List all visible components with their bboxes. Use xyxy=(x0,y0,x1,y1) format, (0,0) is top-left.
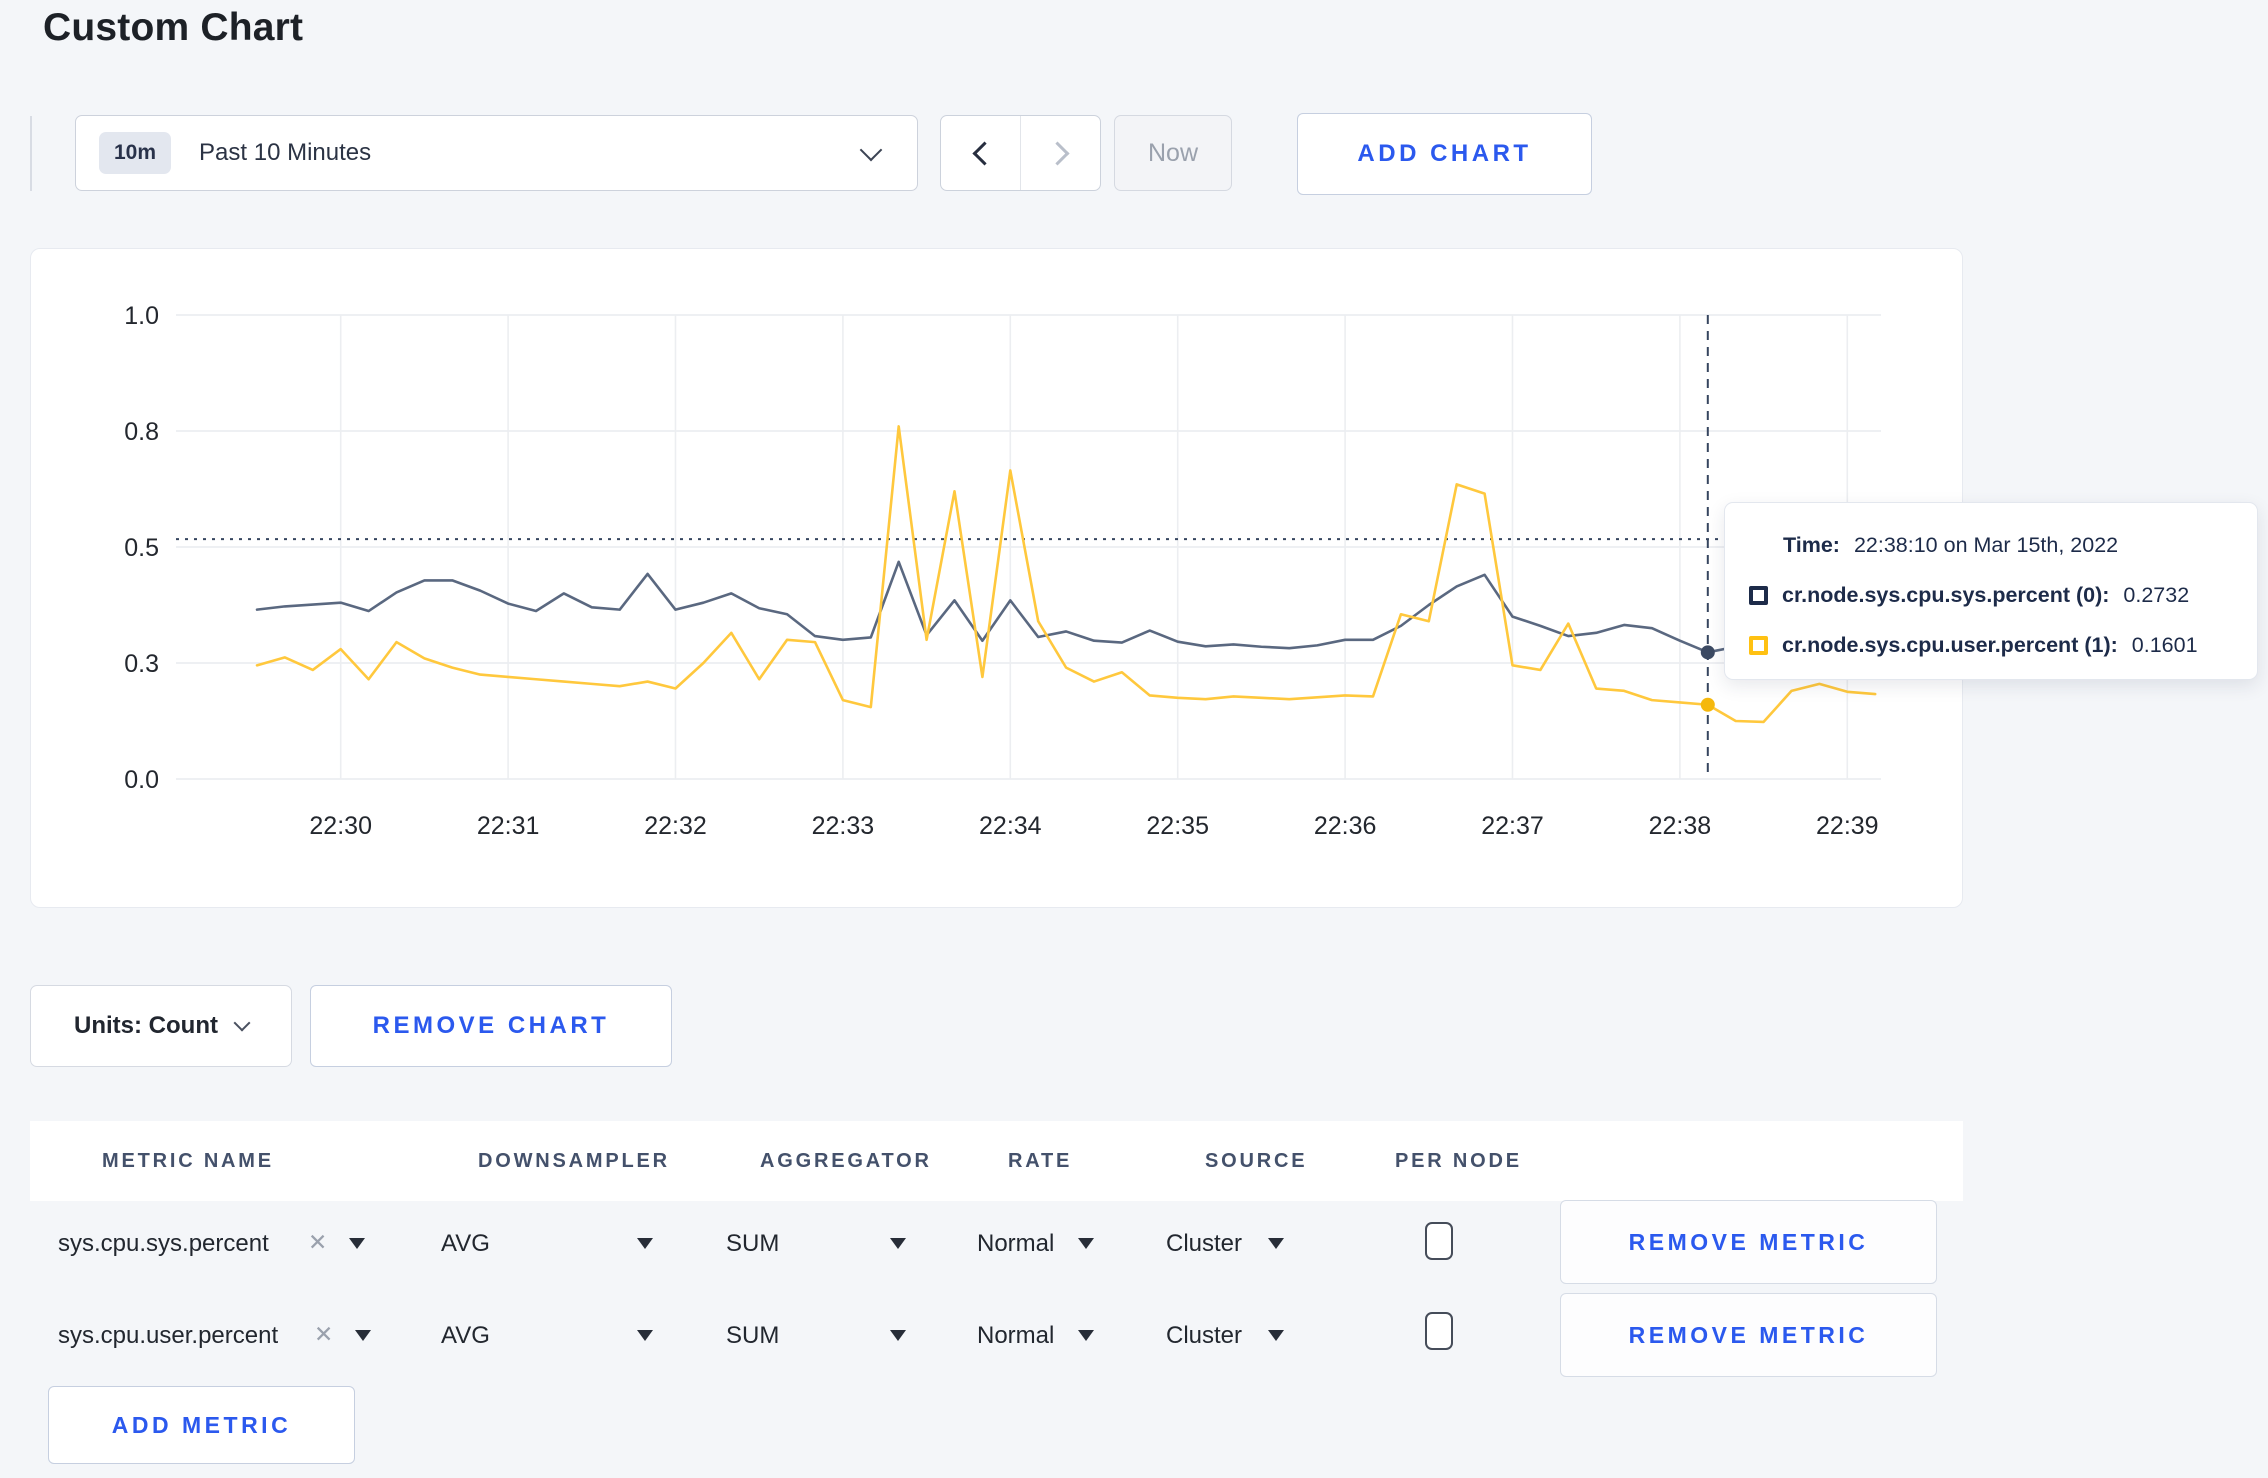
page-title: Custom Chart xyxy=(43,6,304,49)
clear-metric-icon[interactable]: ✕ xyxy=(308,1229,327,1256)
column-header-downsampler: DOWNSAMPLER xyxy=(478,1149,670,1172)
time-back-button[interactable] xyxy=(941,116,1020,190)
chart-tooltip: Time: 22:38:10 on Mar 15th, 2022 cr.node… xyxy=(1724,502,2258,680)
series-swatch-user-icon xyxy=(1749,635,1768,655)
rate-select[interactable]: Normal xyxy=(977,1230,1054,1258)
column-header-rate: RATE xyxy=(1008,1149,1073,1172)
metric-caret-icon[interactable] xyxy=(355,1330,371,1341)
svg-text:0.5: 0.5 xyxy=(124,534,159,562)
time-range-label: Past 10 Minutes xyxy=(199,139,372,166)
rate-caret-icon[interactable] xyxy=(1078,1330,1094,1341)
column-header-source: SOURCE xyxy=(1205,1149,1308,1172)
per-node-checkbox[interactable] xyxy=(1425,1222,1453,1260)
tooltip-series-value: 0.2732 xyxy=(2123,582,2190,607)
aggregator-select[interactable]: SUM xyxy=(726,1322,779,1350)
units-dropdown[interactable]: Units: Count xyxy=(30,985,292,1067)
downsampler-caret-icon[interactable] xyxy=(637,1238,653,1249)
chevron-left-icon xyxy=(971,140,997,166)
tooltip-time-value: 22:38:10 on Mar 15th, 2022 xyxy=(1853,532,2119,557)
downsampler-caret-icon[interactable] xyxy=(637,1330,653,1341)
downsampler-select[interactable]: AVG xyxy=(441,1230,490,1258)
svg-text:22:39: 22:39 xyxy=(1816,812,1879,840)
chevron-right-icon xyxy=(1044,140,1070,166)
aggregator-select[interactable]: SUM xyxy=(726,1230,779,1258)
rate-select[interactable]: Normal xyxy=(977,1322,1054,1350)
remove-chart-button[interactable]: REMOVE CHART xyxy=(310,985,672,1067)
svg-text:22:34: 22:34 xyxy=(979,812,1042,840)
svg-text:22:38: 22:38 xyxy=(1649,812,1712,840)
column-header-metric-name: METRIC NAME xyxy=(102,1149,274,1172)
chevron-down-icon xyxy=(859,138,883,162)
add-metric-button[interactable]: ADD METRIC xyxy=(48,1386,355,1464)
source-select[interactable]: Cluster xyxy=(1166,1230,1242,1258)
tooltip-series-row: cr.node.sys.cpu.sys.percent (0): 0.2732 xyxy=(1725,570,2257,620)
svg-text:22:31: 22:31 xyxy=(477,812,540,840)
time-nav-group xyxy=(940,115,1101,191)
per-node-checkbox[interactable] xyxy=(1425,1312,1453,1350)
aggregator-caret-icon[interactable] xyxy=(890,1330,906,1341)
metric-caret-icon[interactable] xyxy=(349,1238,365,1249)
units-label: Units: Count xyxy=(74,1012,218,1039)
metric-name-select[interactable]: sys.cpu.sys.percent xyxy=(58,1230,269,1258)
time-range-badge: 10m xyxy=(99,132,172,174)
source-caret-icon[interactable] xyxy=(1268,1238,1284,1249)
metric-name-select[interactable]: sys.cpu.user.percent xyxy=(58,1322,278,1350)
svg-text:0.3: 0.3 xyxy=(124,650,159,678)
svg-text:0.8: 0.8 xyxy=(124,418,159,446)
custom-chart-page: { "title": "Custom Chart", "toolbar": { … xyxy=(0,0,2268,1478)
chart-svg[interactable]: 0.0 0.3 0.5 0.8 1.0 22:30 22:31 22:32 22:33 22:34… xyxy=(31,249,1964,909)
column-header-aggregator: AGGREGATOR xyxy=(760,1149,932,1172)
svg-text:1.0: 1.0 xyxy=(124,302,159,330)
tooltip-time-row: Time: 22:38:10 on Mar 15th, 2022 xyxy=(1725,520,2257,570)
svg-text:22:30: 22:30 xyxy=(309,812,372,840)
svg-text:22:36: 22:36 xyxy=(1314,812,1377,840)
series-swatch-sys-icon xyxy=(1749,585,1768,605)
svg-text:22:32: 22:32 xyxy=(644,812,707,840)
aggregator-caret-icon[interactable] xyxy=(890,1238,906,1249)
tooltip-series-label: cr.node.sys.cpu.user.percent (1): xyxy=(1782,632,2118,657)
add-chart-button[interactable]: ADD CHART xyxy=(1297,113,1592,195)
tooltip-series-label: cr.node.sys.cpu.sys.percent (0): xyxy=(1782,582,2110,607)
remove-metric-button[interactable]: REMOVE METRIC xyxy=(1560,1200,1937,1284)
time-range-dropdown[interactable]: 10m Past 10 Minutes xyxy=(75,115,918,191)
tooltip-series-value: 0.1601 xyxy=(2131,632,2198,657)
chart-card: 0.0 0.3 0.5 0.8 1.0 22:30 22:31 22:32 22:33 22:34… xyxy=(30,248,1963,908)
svg-text:0.0: 0.0 xyxy=(124,766,159,794)
metrics-table-header: METRIC NAME DOWNSAMPLER AGGREGATOR RATE … xyxy=(30,1121,1963,1201)
time-forward-button[interactable] xyxy=(1020,116,1100,190)
source-caret-icon[interactable] xyxy=(1268,1330,1284,1341)
source-select[interactable]: Cluster xyxy=(1166,1322,1242,1350)
svg-text:22:37: 22:37 xyxy=(1481,812,1544,840)
toolbar-divider xyxy=(30,116,32,191)
svg-text:22:33: 22:33 xyxy=(812,812,875,840)
now-button[interactable]: Now xyxy=(1114,115,1232,191)
chevron-down-icon xyxy=(233,1014,251,1032)
svg-text:22:35: 22:35 xyxy=(1146,812,1209,840)
downsampler-select[interactable]: AVG xyxy=(441,1322,490,1350)
tooltip-time-label: Time: xyxy=(1783,532,1840,557)
rate-caret-icon[interactable] xyxy=(1078,1238,1094,1249)
clear-metric-icon[interactable]: ✕ xyxy=(314,1321,333,1348)
tooltip-series-row: cr.node.sys.cpu.user.percent (1): 0.1601 xyxy=(1725,620,2257,670)
remove-metric-button[interactable]: REMOVE METRIC xyxy=(1560,1293,1937,1377)
column-header-per-node: PER NODE xyxy=(1395,1149,1522,1172)
